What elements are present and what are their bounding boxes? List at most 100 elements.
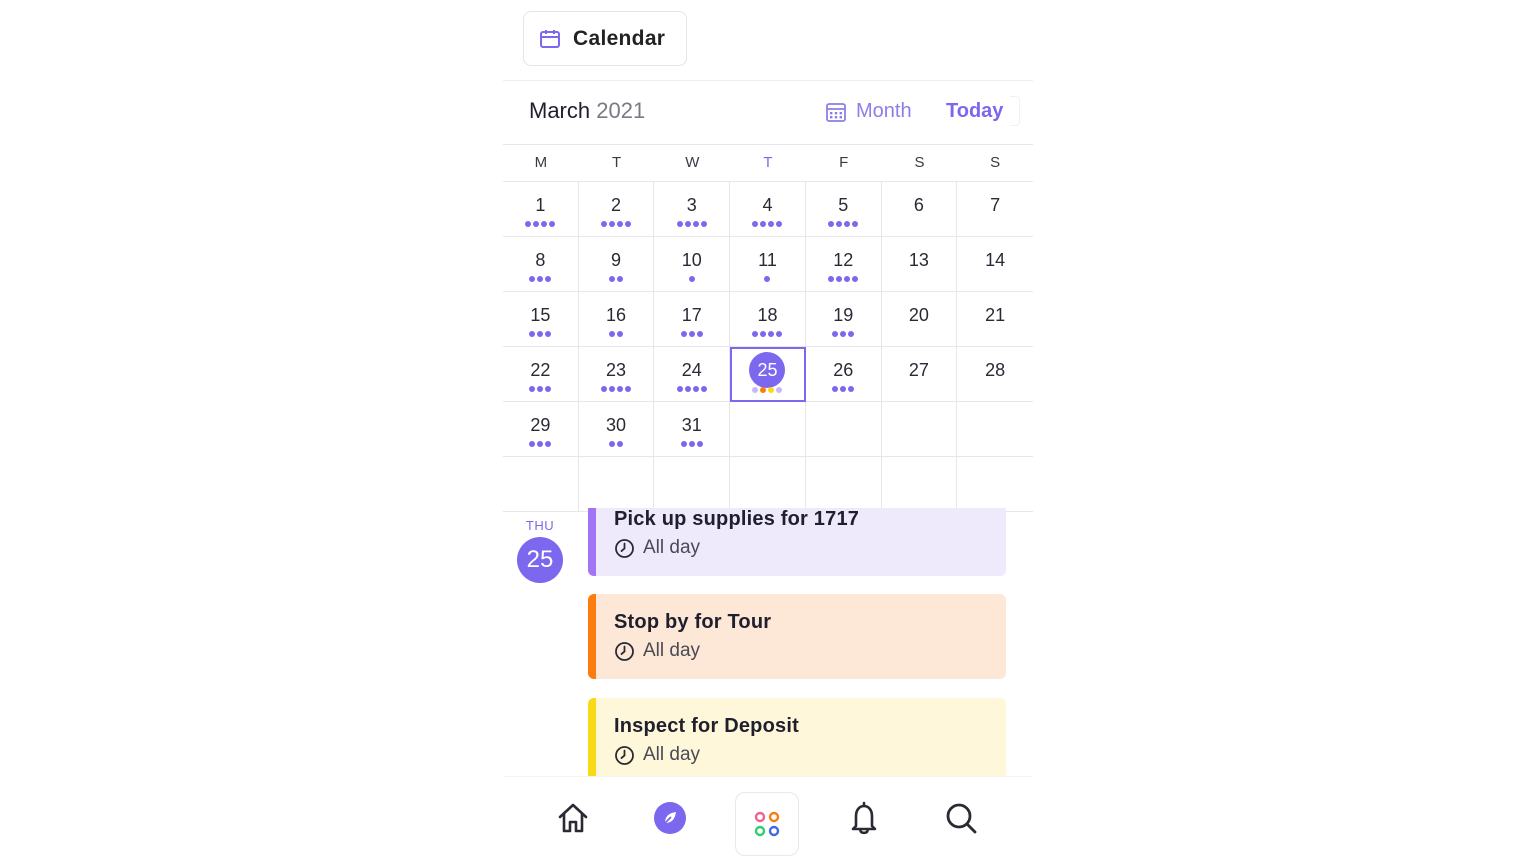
- day-number: 7: [990, 195, 1001, 215]
- event-dot: [617, 441, 624, 447]
- event-dot: [533, 221, 540, 227]
- bell-icon[interactable]: [842, 796, 886, 840]
- calendar-chip-label: Calendar: [573, 26, 666, 50]
- day-cell[interactable]: 6: [881, 182, 958, 237]
- day-cell[interactable]: 15: [503, 292, 579, 347]
- event-dots: [730, 221, 805, 227]
- day-cell[interactable]: 17: [654, 292, 731, 347]
- day-cell[interactable]: 2: [578, 182, 655, 237]
- agenda-list[interactable]: THU 25 Pick up supplies for 1717 All day…: [503, 508, 1033, 776]
- day-cell[interactable]: 7: [957, 182, 1033, 237]
- event-dot: [545, 331, 552, 337]
- day-number: 18: [757, 305, 778, 325]
- day-cell[interactable]: 23: [578, 347, 655, 402]
- day-number: 9: [611, 250, 622, 270]
- event-card[interactable]: Pick up supplies for 1717 All day: [588, 508, 1006, 576]
- event-dot: [700, 221, 707, 227]
- empty-cell: [503, 457, 579, 512]
- event-dot: [832, 331, 839, 337]
- day-cell[interactable]: 9: [578, 237, 655, 292]
- event-time-label: All day: [643, 744, 701, 765]
- day-cell[interactable]: 11: [730, 237, 806, 292]
- day-cell[interactable]: 3: [654, 182, 731, 237]
- day-cell[interactable]: 8: [503, 237, 579, 292]
- event-dot: [609, 221, 616, 227]
- event-dot: [617, 331, 624, 337]
- day-cell[interactable]: 28: [957, 347, 1033, 402]
- day-number: 2: [611, 195, 622, 215]
- event-card[interactable]: Stop by for Tour All day: [588, 594, 1006, 679]
- event-dot: [601, 386, 608, 392]
- event-dot: [549, 221, 556, 227]
- day-cell[interactable]: 5: [805, 182, 882, 237]
- agenda-day-number: 25: [517, 537, 563, 583]
- day-number: 19: [833, 305, 854, 325]
- day-cell[interactable]: 22: [503, 347, 579, 402]
- day-number: 4: [762, 195, 773, 215]
- event-dots: [503, 221, 578, 227]
- day-cell[interactable]: 26: [805, 347, 882, 402]
- apps-icon[interactable]: [735, 792, 799, 856]
- day-cell[interactable]: 21: [957, 292, 1033, 347]
- day-number: 8: [535, 250, 546, 270]
- event-time: All day: [614, 744, 700, 766]
- empty-cell: [805, 457, 882, 512]
- day-cell[interactable]: 27: [881, 347, 958, 402]
- today-button[interactable]: Today: [946, 100, 1003, 123]
- weekday-label: S: [914, 154, 925, 171]
- event-dots: [503, 276, 578, 282]
- explore-icon[interactable]: [648, 796, 692, 840]
- event-dot: [752, 387, 759, 393]
- day-cell[interactable]: 14: [957, 237, 1033, 292]
- event-dot: [609, 386, 616, 392]
- event-dot: [625, 221, 632, 227]
- clock-icon: [614, 745, 635, 766]
- day-cell[interactable]: 16: [578, 292, 655, 347]
- event-dots: [654, 441, 729, 447]
- day-number: 23: [606, 360, 627, 380]
- empty-cell: [881, 402, 958, 457]
- month-header: March 2021 Month Today: [503, 84, 1033, 140]
- event-dot: [760, 221, 767, 227]
- search-icon[interactable]: [939, 796, 983, 840]
- event-dots: [806, 386, 881, 392]
- event-dot: [537, 276, 544, 282]
- event-dot: [529, 386, 536, 392]
- event-dot: [776, 331, 783, 337]
- view-switch-button[interactable]: Month: [825, 100, 912, 123]
- event-dot: [768, 221, 775, 227]
- event-dot: [696, 331, 703, 337]
- day-cell[interactable]: 10: [654, 237, 731, 292]
- day-number: 26: [833, 360, 854, 380]
- day-cell[interactable]: 29: [503, 402, 579, 457]
- day-number: 29: [530, 415, 551, 435]
- event-dot: [545, 386, 552, 392]
- day-cell[interactable]: 1: [503, 182, 579, 237]
- day-cell[interactable]: 24: [654, 347, 731, 402]
- event-time: All day: [614, 640, 700, 662]
- year: 2021: [596, 98, 646, 123]
- weekday-label: T: [611, 154, 622, 171]
- event-dot: [776, 221, 783, 227]
- home-icon[interactable]: [551, 796, 595, 840]
- day-cell[interactable]: 4: [730, 182, 806, 237]
- day-cell[interactable]: 12: [805, 237, 882, 292]
- event-dot: [832, 386, 839, 392]
- day-cell[interactable]: 30: [578, 402, 655, 457]
- event-dots: [730, 387, 805, 393]
- day-cell[interactable]: 13: [881, 237, 958, 292]
- event-dot: [609, 276, 616, 282]
- event-dot: [840, 386, 847, 392]
- day-cell[interactable]: 18: [730, 292, 806, 347]
- event-card[interactable]: Inspect for Deposit All day: [588, 698, 1006, 776]
- event-dot: [525, 221, 532, 227]
- event-dot: [844, 221, 851, 227]
- day-cell-selected[interactable]: 25: [730, 347, 806, 402]
- calendar-view-chip[interactable]: Calendar: [523, 11, 687, 66]
- day-cell[interactable]: 20: [881, 292, 958, 347]
- day-cell[interactable]: 31: [654, 402, 731, 457]
- event-dot: [836, 276, 843, 282]
- day-number: 11: [758, 250, 777, 270]
- event-dot: [680, 331, 687, 337]
- day-cell[interactable]: 19: [805, 292, 882, 347]
